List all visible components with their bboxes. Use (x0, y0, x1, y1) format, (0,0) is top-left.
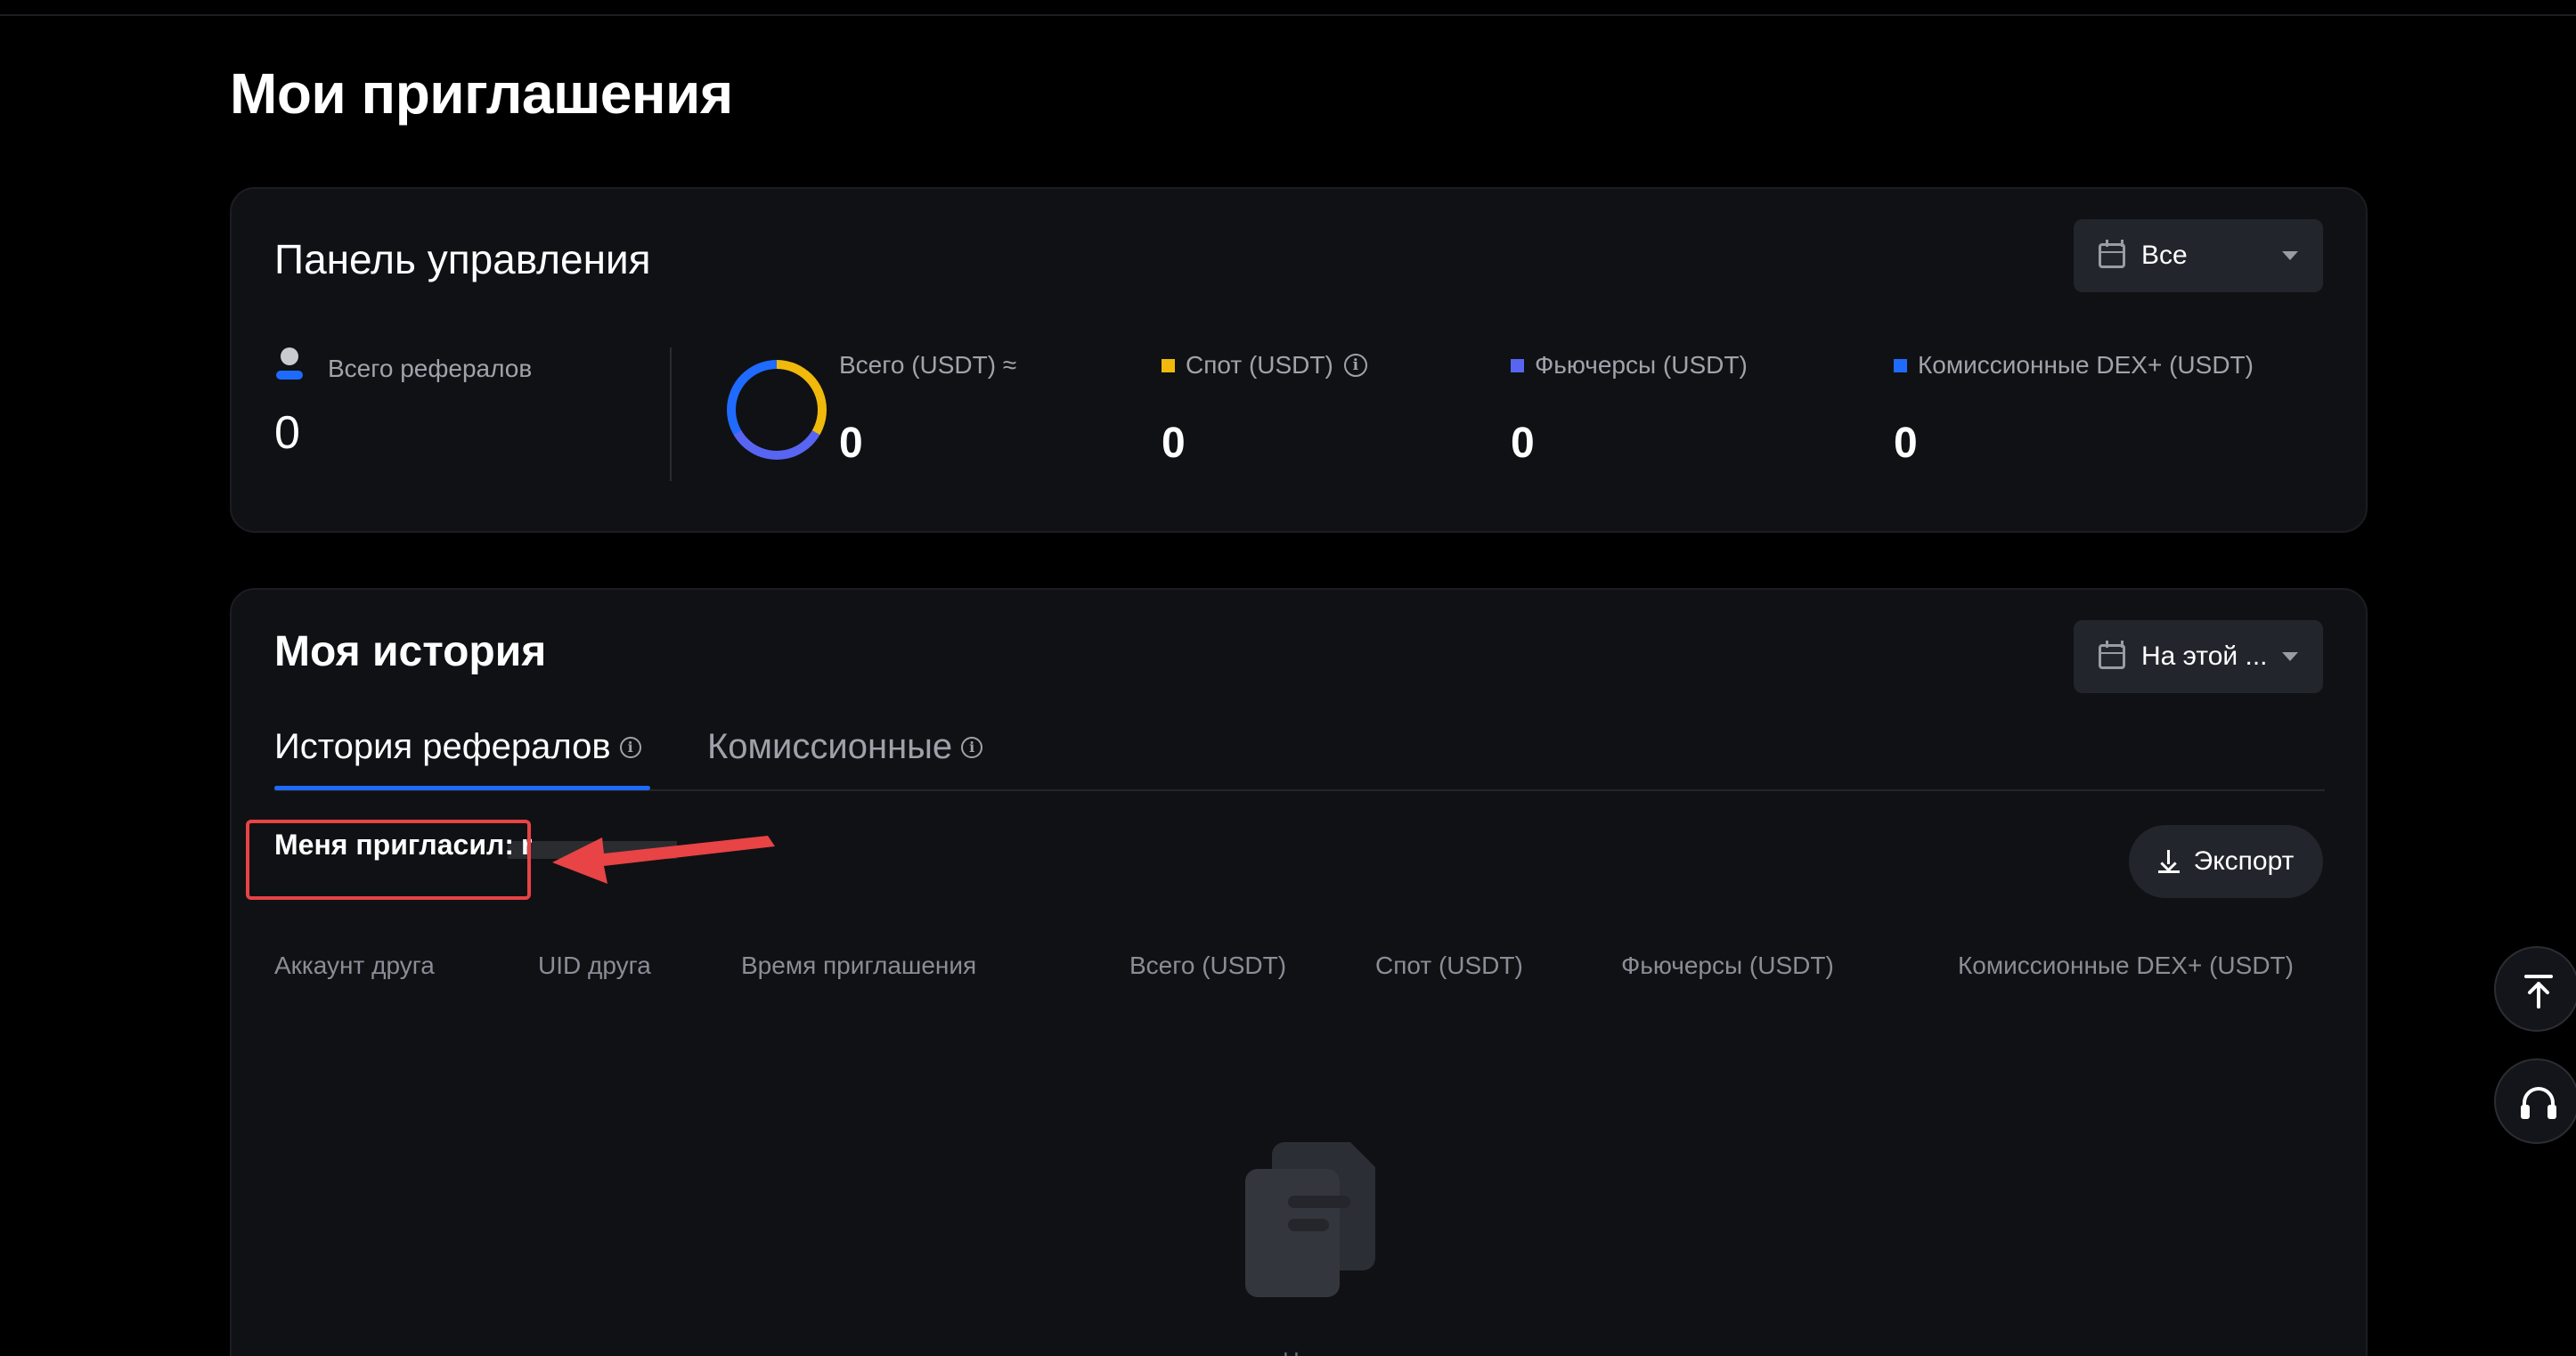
headset-icon (2521, 1087, 2556, 1119)
chevron-down-icon (2282, 251, 2298, 260)
col-friend-uid: UID друга (538, 952, 651, 979)
support-button[interactable] (2494, 1058, 2576, 1144)
futures-legend-swatch (1511, 358, 1524, 372)
calendar-icon (2099, 240, 2125, 268)
dex-legend-swatch (1894, 358, 1907, 372)
chevron-down-icon (2282, 652, 2298, 661)
user-icon (274, 347, 303, 383)
dashboard-period-label: Все (2141, 241, 2188, 270)
scroll-to-top-button[interactable] (2494, 946, 2576, 1032)
info-icon[interactable]: i (961, 736, 983, 758)
empty-state-text: Н (1283, 1347, 1300, 1356)
col-friend-account: Аккаунт друга (274, 952, 435, 979)
history-title: Моя история (274, 628, 547, 675)
dashboard-title: Панель управления (274, 236, 651, 282)
stat-spot-label: Спот (USDT) (1186, 351, 1333, 379)
calendar-icon (2099, 641, 2125, 669)
annotation-highlight-box (246, 820, 531, 900)
stat-total-value: 0 (839, 420, 863, 467)
export-label: Экспорт (2193, 846, 2295, 876)
download-icon (2157, 850, 2180, 873)
earnings-donut-chart (727, 360, 827, 460)
col-dex: Комиссионные DEX+ (USDT) (1958, 952, 2294, 979)
tab-commissions[interactable]: Комиссионные i (707, 727, 983, 767)
history-tabs: История рефералов i Комиссионные i (274, 716, 2325, 791)
total-referrals-label: Всего рефералов (328, 355, 533, 382)
stat-dex-value: 0 (1894, 420, 1918, 467)
col-total: Всего (USDT) (1129, 952, 1287, 979)
stats-divider (670, 347, 672, 481)
stat-total-label: Всего (USDT) ≈ (839, 351, 1017, 379)
active-tab-indicator (274, 786, 650, 790)
tab-commissions-label: Комиссионные (707, 727, 953, 766)
export-button[interactable]: Экспорт (2129, 825, 2323, 898)
top-divider (0, 0, 2576, 16)
table-header: Аккаунт друга UID друга Время приглашени… (232, 952, 2369, 987)
stat-spot: Спот (USDT) i 0 (1162, 351, 1367, 468)
stat-futures-value: 0 (1511, 420, 1535, 467)
stat-total: Всего (USDT) ≈ 0 (839, 351, 1016, 468)
empty-state-icon (1245, 1142, 1388, 1303)
col-spot: Спот (USDT) (1375, 952, 1523, 979)
stat-spot-value: 0 (1162, 420, 1186, 467)
info-icon[interactable]: i (619, 736, 641, 758)
dashboard-period-dropdown[interactable]: Все (2074, 219, 2323, 292)
spot-legend-swatch (1162, 358, 1175, 372)
col-invite-time: Время приглашения (741, 952, 977, 979)
history-period-dropdown[interactable]: На этой ... (2074, 620, 2323, 693)
page-title: Мои приглашения (230, 61, 733, 126)
col-futures: Фьючерсы (USDT) (1621, 952, 1834, 979)
stat-dex: Комиссионные DEX+ (USDT) 0 (1894, 351, 2254, 468)
annotation-arrow (552, 836, 775, 884)
scroll-to-top-icon (2524, 975, 2553, 1009)
dashboard-panel: Панель управления Все Всего рефералов 0 … (230, 187, 2368, 533)
info-icon[interactable]: i (1343, 354, 1367, 377)
history-period-label: На этой ... (2141, 641, 2266, 671)
total-referrals-value: 0 (274, 407, 300, 459)
stat-futures: Фьючерсы (USDT) 0 (1511, 351, 1748, 468)
stat-futures-label: Фьючерсы (USDT) (1535, 351, 1748, 379)
tab-referral-history[interactable]: История рефералов i (274, 727, 641, 767)
stat-dex-label: Комиссионные DEX+ (USDT) (1918, 351, 2254, 379)
history-panel: Моя история На этой ... История реферало… (230, 588, 2368, 1356)
tab-referral-history-label: История рефералов (274, 727, 611, 766)
